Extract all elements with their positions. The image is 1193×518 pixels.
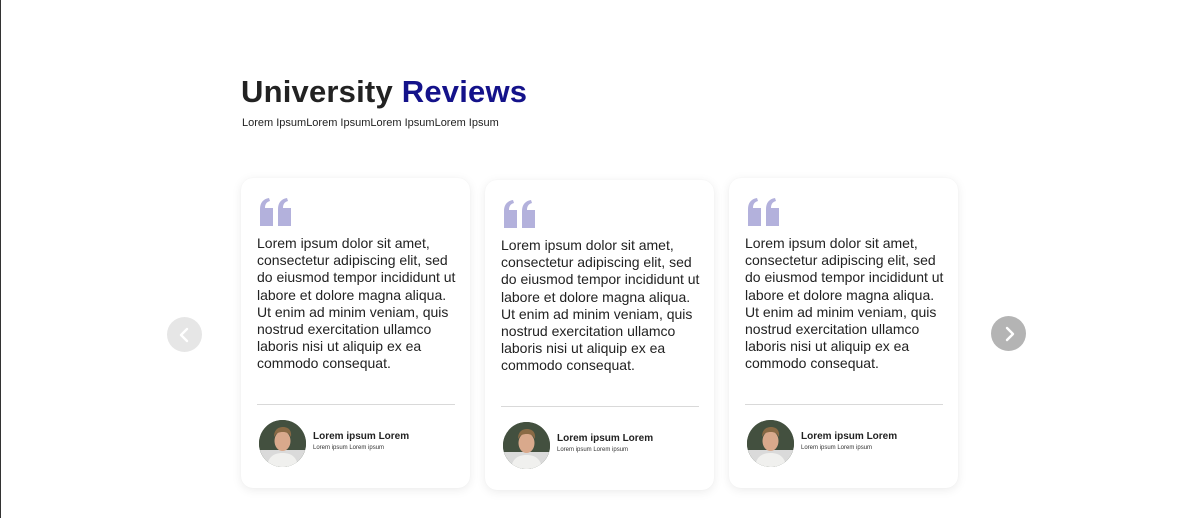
divider xyxy=(745,404,943,405)
review-card: Lorem ipsum dolor sit amet, consectetur … xyxy=(485,180,714,490)
divider xyxy=(501,406,699,407)
avatar-photo xyxy=(259,420,306,467)
quote-icon xyxy=(260,198,291,226)
author-role: Lorem ipsum Lorem ipsum xyxy=(557,447,629,453)
avatar-photo xyxy=(747,420,794,467)
author-name: Lorem ipsum Lorem xyxy=(801,431,898,442)
author-role: Lorem ipsum Lorem ipsum xyxy=(801,445,873,451)
section-title: University Reviews xyxy=(241,72,527,112)
review-text: Lorem ipsum dolor sit amet, consectetur … xyxy=(745,235,944,372)
left-border xyxy=(0,0,1,518)
title-accent: Reviews xyxy=(401,74,528,109)
chevron-left-icon xyxy=(179,327,188,342)
review-text: Lorem ipsum dolor sit amet, consectetur … xyxy=(257,235,456,372)
author-name: Lorem ipsum Lorem xyxy=(557,433,654,444)
quote-icon xyxy=(748,198,779,226)
carousel-next-button[interactable] xyxy=(991,316,1026,351)
review-card: Lorem ipsum dolor sit amet, consectetur … xyxy=(729,178,958,488)
avatar xyxy=(503,422,550,469)
divider xyxy=(257,404,455,405)
avatar-photo xyxy=(503,422,550,469)
quote-icon xyxy=(504,200,535,228)
title-main: University xyxy=(241,74,393,109)
author-name: Lorem ipsum Lorem xyxy=(313,431,410,442)
carousel-prev-button[interactable] xyxy=(167,317,202,352)
review-text: Lorem ipsum dolor sit amet, consectetur … xyxy=(501,237,700,374)
review-card: Lorem ipsum dolor sit amet, consectetur … xyxy=(241,178,470,488)
avatar xyxy=(747,420,794,467)
author-role: Lorem ipsum Lorem ipsum xyxy=(313,445,385,451)
chevron-right-icon xyxy=(1005,326,1014,341)
avatar xyxy=(259,420,306,467)
section-subtitle: Lorem IpsumLorem IpsumLorem IpsumLorem I… xyxy=(242,117,499,129)
